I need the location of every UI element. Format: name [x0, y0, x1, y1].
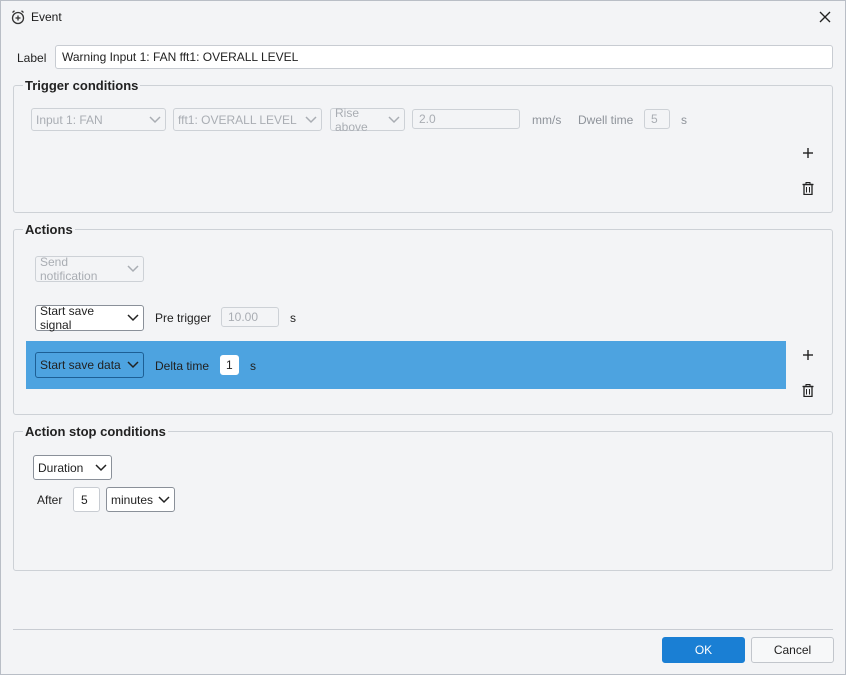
label-input-value: Warning Input 1: FAN fft1: OVERALL LEVEL — [62, 50, 299, 64]
trigger-condition-select[interactable]: Rise above — [330, 105, 405, 134]
delta-time-unit: s — [250, 359, 256, 373]
plus-icon — [803, 350, 813, 360]
stop-unit-select[interactable]: minutes — [106, 487, 175, 512]
save-data-value: Start save data — [40, 358, 121, 372]
trigger-input-value: Input 1: FAN — [36, 112, 103, 127]
delta-time-label: Delta time — [155, 359, 210, 373]
stop-type-select[interactable]: Duration — [33, 455, 112, 480]
actions-title: Actions — [23, 222, 75, 237]
notification-value: Send notification — [40, 255, 98, 283]
add-trigger-button[interactable] — [798, 143, 818, 163]
notification-select[interactable]: Send notification — [35, 255, 144, 283]
pre-trigger-input[interactable]: 10.00 — [221, 307, 279, 327]
trash-icon — [802, 181, 814, 195]
chevron-down-icon — [158, 495, 170, 503]
trash-icon — [802, 383, 814, 397]
pre-trigger-unit: s — [290, 311, 296, 325]
chevron-down-icon — [305, 115, 317, 123]
stop-unit-value: minutes — [111, 492, 154, 507]
chevron-down-icon — [127, 265, 139, 273]
delta-time-input[interactable]: 1 — [220, 355, 239, 375]
footer-divider — [13, 629, 833, 630]
trigger-measure-select[interactable]: fft1: OVERALL LEVEL — [173, 108, 322, 131]
window-title: Event — [31, 10, 62, 24]
trigger-condition-value: Rise above — [335, 105, 368, 134]
after-value: 5 — [81, 492, 88, 507]
delete-trigger-button[interactable] — [798, 178, 818, 198]
title-bar: Event — [1, 1, 845, 33]
trigger-conditions-group — [13, 85, 833, 213]
close-button[interactable] — [805, 1, 845, 33]
close-icon — [819, 11, 831, 23]
dwell-time-input[interactable]: 5 — [644, 109, 670, 129]
stop-type-value: Duration — [38, 460, 84, 475]
dwell-time-value: 5 — [651, 112, 658, 126]
event-dialog: Event Label Warning Input 1: FAN fft1: O… — [0, 0, 846, 675]
save-data-select[interactable]: Start save data — [35, 352, 144, 378]
delete-action-button[interactable] — [798, 380, 818, 400]
chevron-down-icon — [95, 463, 107, 471]
delta-time-value: 1 — [226, 358, 233, 372]
plus-icon — [803, 148, 813, 158]
dwell-time-unit: s — [681, 113, 687, 127]
ok-button[interactable]: OK — [662, 637, 745, 663]
stop-conditions-title: Action stop conditions — [23, 424, 168, 439]
chevron-down-icon — [127, 361, 139, 369]
after-input[interactable]: 5 — [73, 487, 100, 512]
after-label: After — [37, 493, 63, 507]
threshold-input[interactable]: 2.0 — [412, 109, 520, 129]
pre-trigger-label: Pre trigger — [155, 311, 212, 325]
threshold-unit: mm/s — [532, 113, 562, 127]
pre-trigger-value: 10.00 — [228, 310, 259, 324]
add-action-button[interactable] — [798, 345, 818, 365]
chevron-down-icon — [149, 115, 161, 123]
alarm-clock-plus-icon — [10, 9, 26, 25]
chevron-down-icon — [388, 115, 400, 123]
trigger-measure-value: fft1: OVERALL LEVEL — [178, 112, 297, 127]
label-input[interactable]: Warning Input 1: FAN fft1: OVERALL LEVEL — [55, 45, 833, 69]
save-signal-value: Start save signal — [40, 304, 95, 332]
dwell-time-label: Dwell time — [578, 113, 634, 127]
chevron-down-icon — [127, 314, 139, 322]
label-field-label: Label — [17, 51, 47, 65]
trigger-conditions-title: Trigger conditions — [23, 78, 141, 93]
trigger-input-select[interactable]: Input 1: FAN — [31, 108, 166, 131]
save-signal-select[interactable]: Start save signal — [35, 304, 144, 332]
threshold-value: 2.0 — [419, 112, 436, 126]
cancel-button[interactable]: Cancel — [751, 637, 834, 663]
